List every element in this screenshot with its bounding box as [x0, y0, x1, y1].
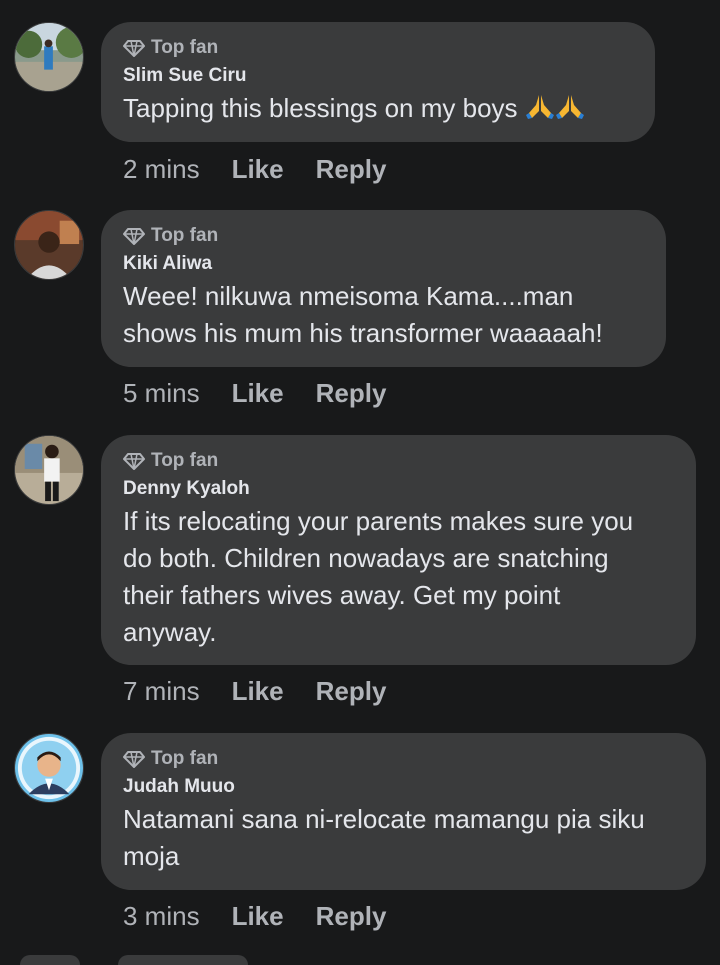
comment-author[interactable]: Slim Sue Ciru — [123, 64, 633, 88]
badge-label: Top fan — [151, 450, 219, 471]
avatar[interactable] — [14, 210, 84, 280]
comment-actions: 3 mins Like Reply — [123, 901, 386, 932]
like-button[interactable]: Like — [232, 154, 284, 185]
comment-text: If its relocating your parents makes sur… — [123, 506, 634, 647]
comment-bubble: Top fan Kiki Aliwa Weee! nilkuwa nmeisom… — [101, 210, 666, 367]
next-avatar-edge — [20, 955, 80, 965]
comment-actions: 2 mins Like Reply — [123, 154, 386, 185]
reply-button[interactable]: Reply — [316, 901, 387, 932]
comment-time[interactable]: 5 mins — [123, 378, 200, 409]
comment-text: Weee! nilkuwa nmeisoma Kama....man shows… — [123, 281, 603, 348]
reply-button[interactable]: Reply — [316, 154, 387, 185]
comment-actions: 5 mins Like Reply — [123, 378, 386, 409]
like-button[interactable]: Like — [232, 378, 284, 409]
comment-text: Natamani sana ni-relocate mamangu pia si… — [123, 804, 645, 871]
folded-hands-icon — [525, 93, 585, 123]
comment-body: Tapping this blessings on my boys — [123, 93, 518, 123]
reply-button[interactable]: Reply — [316, 378, 387, 409]
avatar[interactable] — [14, 435, 84, 505]
reply-button[interactable]: Reply — [316, 676, 387, 707]
top-fan-badge: Top fan — [123, 224, 644, 248]
badge-label: Top fan — [151, 225, 219, 246]
top-fan-badge: Top fan — [123, 36, 633, 60]
comment-bubble: Top fan Denny Kyaloh If its relocating y… — [101, 435, 696, 665]
like-button[interactable]: Like — [232, 901, 284, 932]
diamond-icon — [123, 226, 145, 246]
top-fan-badge: Top fan — [123, 449, 674, 473]
badge-label: Top fan — [151, 748, 219, 769]
avatar[interactable] — [14, 22, 84, 92]
comment-actions: 7 mins Like Reply — [123, 676, 386, 707]
comment-author[interactable]: Denny Kyaloh — [123, 477, 674, 501]
comment-time[interactable]: 2 mins — [123, 154, 200, 185]
comment-time[interactable]: 7 mins — [123, 676, 200, 707]
comment-time[interactable]: 3 mins — [123, 901, 200, 932]
avatar[interactable] — [14, 733, 84, 803]
comment-text: Tapping this blessings on my boys — [123, 90, 633, 127]
comment-author[interactable]: Kiki Aliwa — [123, 252, 644, 276]
next-bubble-edge — [118, 955, 248, 965]
top-fan-badge: Top fan — [123, 747, 684, 771]
comment-author[interactable]: Judah Muuo — [123, 775, 684, 799]
diamond-icon — [123, 749, 145, 769]
diamond-icon — [123, 451, 145, 471]
badge-label: Top fan — [151, 37, 219, 58]
comment-bubble: Top fan Slim Sue Ciru Tapping this bless… — [101, 22, 655, 142]
comment-bubble: Top fan Judah Muuo Natamani sana ni-relo… — [101, 733, 706, 890]
like-button[interactable]: Like — [232, 676, 284, 707]
diamond-icon — [123, 38, 145, 58]
